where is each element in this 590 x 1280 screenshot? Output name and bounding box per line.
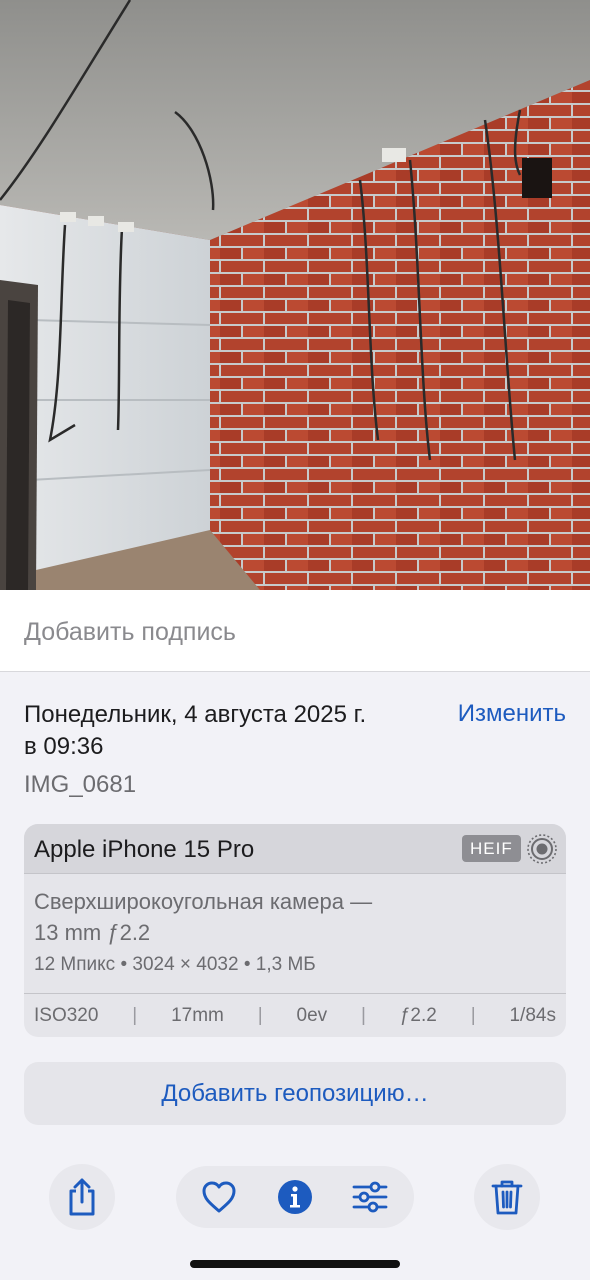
share-button[interactable] <box>49 1164 115 1230</box>
adjust-button[interactable] <box>350 1177 390 1217</box>
device-info-card: Apple iPhone 15 Pro HEIF Сверхширокоугол… <box>24 824 566 1037</box>
date-line: Понедельник, 4 августа 2025 г. <box>24 701 367 728</box>
favorite-button[interactable] <box>199 1177 239 1217</box>
delete-button[interactable] <box>474 1164 540 1230</box>
exif-separator: | <box>257 1004 263 1026</box>
info-icon <box>278 1180 312 1214</box>
edit-date-button[interactable]: Изменить <box>458 699 566 729</box>
photo-date: Понедельник, 4 августа 2025 г. в 09:36 <box>24 699 424 763</box>
exif-shutter: 1/84s <box>509 1004 556 1026</box>
caption-area[interactable]: Добавить подпись <box>0 590 590 672</box>
info-button[interactable] <box>275 1177 315 1217</box>
exif-separator: | <box>361 1004 366 1026</box>
exif-separator: | <box>132 1004 138 1026</box>
time-line: в 09:36 <box>24 733 104 760</box>
exif-aperture: ƒ2.2 <box>399 1004 437 1026</box>
sliders-icon <box>352 1181 388 1213</box>
exif-row: ISO320 | 17mm | 0ev | ƒ2.2 | 1/84s <box>24 993 566 1037</box>
home-indicator <box>190 1260 400 1268</box>
exif-focal-length: 17mm <box>171 1004 224 1026</box>
exif-iso: ISO320 <box>34 1004 99 1026</box>
photo-preview[interactable] <box>0 0 590 590</box>
photo-image <box>0 0 590 590</box>
caption-input[interactable]: Добавить подпись <box>24 618 236 647</box>
device-name: Apple iPhone 15 Pro <box>34 836 255 863</box>
lens-line: Сверхширокоугольная камера — <box>34 889 373 914</box>
lens-info: Сверхширокоугольная камера — 13 mm ƒ2.2 <box>34 886 474 948</box>
heart-icon <box>202 1181 236 1213</box>
lens-focal: 13 mm ƒ2.2 <box>34 920 151 945</box>
file-name: IMG_0681 <box>24 771 137 798</box>
add-location-button[interactable]: Добавить геопозицию… <box>24 1062 566 1125</box>
trash-icon <box>491 1180 523 1215</box>
exif-exposure-bias: 0ev <box>296 1004 328 1026</box>
live-photo-icon[interactable] <box>526 833 558 865</box>
exif-separator: | <box>470 1004 476 1026</box>
format-badge: HEIF <box>462 835 521 862</box>
device-header: Apple iPhone 15 Pro HEIF <box>24 824 566 874</box>
share-icon <box>69 1178 95 1216</box>
image-specs: 12 Мпикс • 3024 × 4032 • 1,3 МБ <box>34 954 316 975</box>
